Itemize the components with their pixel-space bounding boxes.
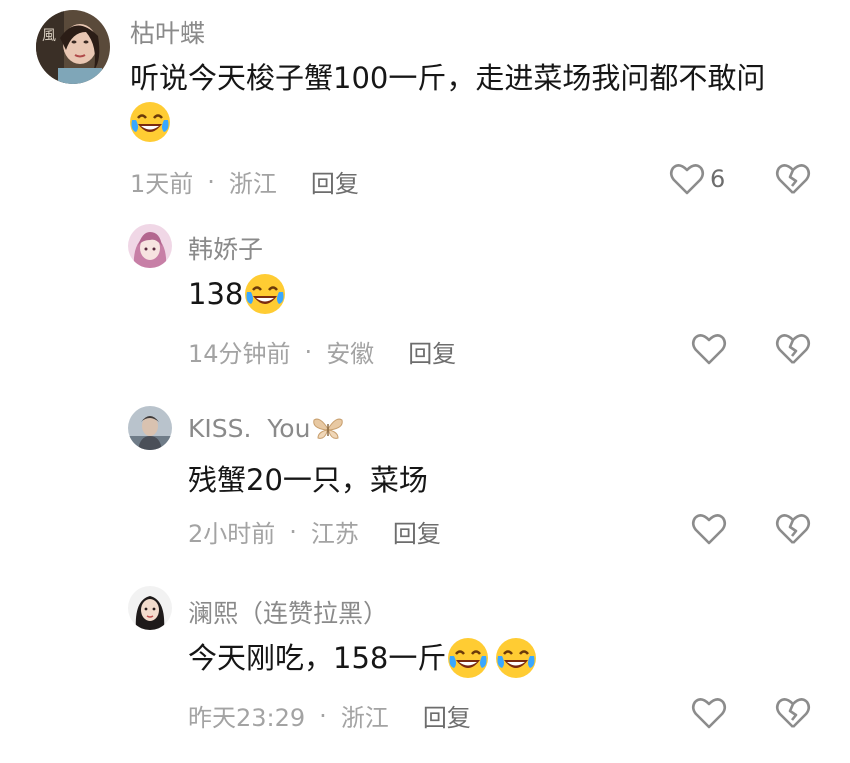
reply-text-row: 今天刚吃，158一斤 bbox=[188, 636, 538, 680]
reply-text: 138 bbox=[188, 277, 244, 311]
avatar[interactable]: 風 bbox=[36, 10, 110, 84]
reply-time: 2小时前 bbox=[188, 520, 276, 548]
reply-button[interactable]: 回复 bbox=[408, 334, 456, 369]
like-heart-icon[interactable] bbox=[690, 330, 728, 368]
reply-username[interactable]: KISS. You bbox=[188, 414, 344, 443]
reply-button[interactable]: 回复 bbox=[393, 514, 441, 549]
dislike-broken-heart-icon[interactable] bbox=[774, 510, 812, 548]
laughing-crying-emoji-icon bbox=[243, 272, 287, 316]
like-count: 6 bbox=[710, 165, 726, 193]
reply-text-row: 138 bbox=[188, 272, 287, 316]
reply-meta: 昨天23:29 · 浙江 回复 bbox=[188, 698, 471, 733]
laughing-crying-emoji-icon bbox=[494, 636, 538, 680]
reply-time: 昨天23:29 bbox=[188, 704, 306, 732]
reply-location: 江苏 bbox=[310, 520, 359, 548]
like-heart-icon[interactable] bbox=[668, 160, 706, 198]
comment-text: 听说今天梭子蟹100一斤，走进菜场我问都不敢问 bbox=[130, 61, 766, 95]
reply-text: 残蟹20一只，菜场 bbox=[188, 463, 428, 497]
reply-button[interactable]: 回复 bbox=[423, 698, 471, 733]
avatar[interactable] bbox=[128, 406, 172, 450]
comment-time: 1天前 bbox=[130, 170, 194, 198]
reply-text: 今天刚吃，158一斤 bbox=[188, 641, 447, 675]
reply-time: 14分钟前 bbox=[188, 340, 291, 368]
separator-dot: · bbox=[207, 167, 215, 196]
svg-text:風: 風 bbox=[42, 28, 56, 44]
reply-username-text: KISS. You bbox=[188, 414, 311, 443]
butterfly-icon bbox=[312, 416, 344, 442]
separator-dot: · bbox=[304, 337, 313, 366]
dislike-broken-heart-icon[interactable] bbox=[774, 160, 812, 198]
reply-meta: 14分钟前 · 安徽 回复 bbox=[188, 334, 456, 369]
dislike-broken-heart-icon[interactable] bbox=[774, 694, 812, 732]
comment-username[interactable]: 枯叶蝶 bbox=[130, 14, 205, 50]
reply-username[interactable]: 韩娇子 bbox=[188, 230, 263, 266]
laughing-crying-emoji-icon bbox=[128, 100, 172, 144]
separator-dot: · bbox=[319, 701, 327, 730]
separator-dot: · bbox=[289, 517, 297, 546]
comment-meta: 1天前 · 浙江 回复 bbox=[130, 164, 359, 199]
reply-button[interactable]: 回复 bbox=[311, 164, 359, 199]
like-heart-icon[interactable] bbox=[690, 510, 728, 548]
avatar[interactable] bbox=[128, 224, 172, 268]
dislike-broken-heart-icon[interactable] bbox=[774, 330, 812, 368]
reply-location: 安徽 bbox=[326, 340, 375, 368]
reply-meta: 2小时前 · 江苏 回复 bbox=[188, 514, 441, 549]
comment-location: 浙江 bbox=[228, 170, 277, 198]
reply-username[interactable]: 澜熙（连赞拉黑） bbox=[188, 594, 388, 630]
comment-emoji-row bbox=[128, 100, 172, 144]
reply-location: 浙江 bbox=[340, 704, 389, 732]
avatar[interactable] bbox=[128, 586, 172, 630]
laughing-crying-emoji-icon bbox=[446, 636, 490, 680]
like-heart-icon[interactable] bbox=[690, 694, 728, 732]
